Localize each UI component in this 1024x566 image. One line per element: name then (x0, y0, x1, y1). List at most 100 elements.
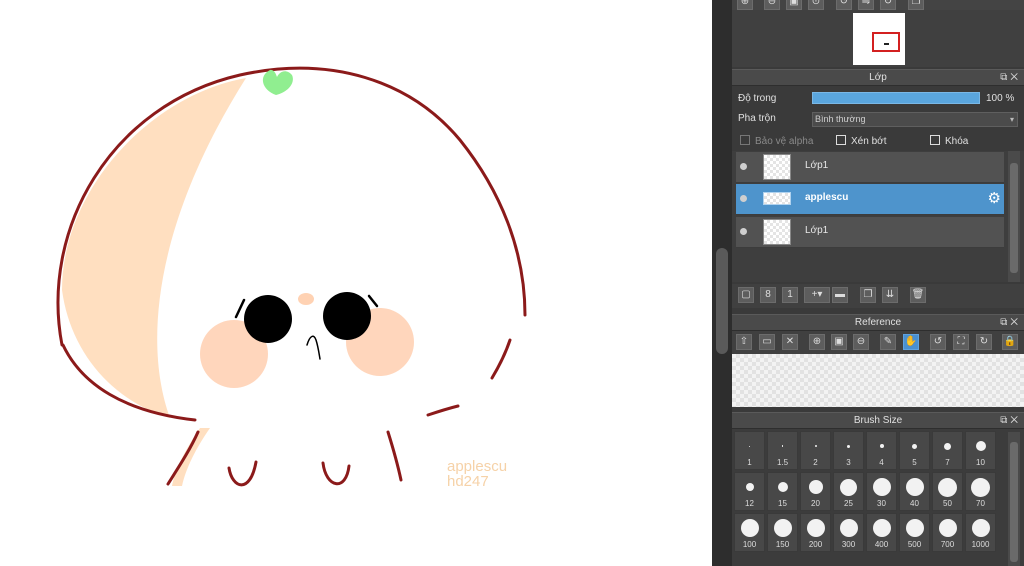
brush-size-option[interactable]: 30 (866, 472, 897, 511)
close-icon[interactable]: ✕ (782, 334, 798, 350)
layer-scrollbar-thumb[interactable] (1010, 163, 1018, 273)
upload-icon[interactable]: ⇧ (736, 334, 752, 350)
detach-icon[interactable]: ⧉ (1000, 72, 1010, 83)
fit-icon[interactable]: ▣ (831, 334, 847, 350)
brush-size-option[interactable]: 25 (833, 472, 864, 511)
brush-size-option[interactable]: 700 (932, 513, 963, 552)
merge-icon[interactable]: ⇊ (882, 287, 898, 303)
brush-size-option[interactable]: 20 (800, 472, 831, 511)
delete-icon[interactable]: 🗑 (910, 287, 926, 303)
left-eye (244, 295, 292, 343)
duplicate-icon[interactable]: ❐ (860, 287, 876, 303)
brush-size-option[interactable]: 7 (932, 431, 963, 470)
zoom-out-icon[interactable]: ⊖ (853, 334, 869, 350)
brush-size-option[interactable]: 500 (899, 513, 930, 552)
brush-size-option[interactable]: 10 (965, 431, 996, 470)
layer-row[interactable]: Lớp1 (736, 217, 1004, 248)
layer-scrollbar[interactable] (1008, 151, 1020, 282)
fit-screen-icon[interactable]: ⛶ (953, 334, 969, 350)
side-panel: ⊕ ⊖ ▣ ⊙ ↺ ⇋ ↻ ❐ Lớp ⧉✕ Độ trong 100 % Ph… (732, 0, 1024, 566)
brush-dot-icon (944, 442, 951, 450)
blend-mode-select[interactable]: Bình thường ▾ (812, 112, 1018, 127)
zoom-out-icon[interactable]: ⊖ (764, 0, 780, 10)
close-panel-icon[interactable]: ✕ (1010, 317, 1021, 328)
zoom-in-icon[interactable]: ⊕ (809, 334, 825, 350)
new-layer-1bit-icon[interactable]: 1 (782, 287, 798, 303)
reference-view[interactable] (732, 354, 1024, 407)
brush-size-label: 300 (841, 540, 856, 549)
vertical-scrollbar[interactable] (712, 0, 732, 566)
brush-size-label: 5 (912, 458, 917, 467)
new-layer-icon[interactable]: ▢ (738, 287, 754, 303)
lock-icon[interactable]: 🔒 (1002, 334, 1018, 350)
brush-size-option[interactable]: 5 (899, 431, 930, 470)
rotate-left-icon[interactable]: ↺ (930, 334, 946, 350)
brush-size-option[interactable]: 15 (767, 472, 798, 511)
rotate-left-icon[interactable]: ↺ (836, 0, 852, 10)
zoom-reset-icon[interactable]: ⊙ (808, 0, 824, 10)
lock-checkbox[interactable]: Khóa (930, 135, 968, 147)
folder-icon[interactable]: ▬ (832, 287, 848, 303)
open-folder-icon[interactable]: ▭ (759, 334, 775, 350)
brush-size-option[interactable]: 100 (734, 513, 765, 552)
hand-icon[interactable]: ✋ (903, 334, 919, 350)
rotate-right-icon[interactable]: ↻ (976, 334, 992, 350)
brush-size-option[interactable]: 200 (800, 513, 831, 552)
visibility-icon[interactable] (740, 195, 747, 202)
close-panel-icon[interactable]: ✕ (1010, 72, 1021, 83)
eyedropper-icon[interactable]: ✎ (880, 334, 896, 350)
brush-size-grid: 1 1.5 2 3 4 5 7 10 12 15 20 25 30 40 50 70 100 150 200 300 4… (732, 429, 1024, 566)
brush-size-option[interactable]: 4 (866, 431, 897, 470)
brush-size-option[interactable]: 1.5 (767, 431, 798, 470)
flip-icon[interactable]: ⇋ (858, 0, 874, 10)
zoom-in-icon[interactable]: ⊕ (737, 0, 753, 10)
opacity-slider[interactable] (812, 92, 980, 104)
protect-alpha-label: Bảo vệ alpha (755, 136, 814, 147)
brush-size-option[interactable]: 150 (767, 513, 798, 552)
brush-scrollbar[interactable] (1008, 432, 1020, 566)
brush-size-option[interactable]: 2 (800, 431, 831, 470)
viewport-rectangle[interactable] (872, 32, 900, 52)
brush-size-label: 7 (945, 458, 950, 467)
brush-size-label: 12 (745, 499, 754, 508)
navigator-view[interactable] (732, 10, 1024, 67)
add-layer-menu-icon[interactable]: +▾ (804, 287, 830, 303)
scrollbar-thumb[interactable] (716, 248, 728, 354)
visibility-icon[interactable] (740, 228, 747, 235)
layer-row[interactable]: Lớp1 (736, 152, 1004, 183)
brush-dot-icon (808, 480, 823, 494)
navigator-preview[interactable] (853, 13, 905, 65)
layer-thumbnail (763, 154, 791, 180)
brush-size-option[interactable]: 400 (866, 513, 897, 552)
brush-size-option[interactable]: 70 (965, 472, 996, 511)
brush-size-option[interactable]: 50 (932, 472, 963, 511)
drawing-canvas[interactable]: applescu hd247 (0, 0, 712, 566)
new-layer-8bit-icon[interactable]: 8 (760, 287, 776, 303)
visibility-icon[interactable] (740, 163, 747, 170)
rotate-right-icon[interactable]: ↻ (880, 0, 896, 10)
checkbox-box (930, 135, 940, 145)
copy-icon[interactable]: ❐ (908, 0, 924, 10)
brush-dot-icon (971, 519, 990, 537)
layer-row-selected[interactable]: applescu ⚙ (736, 184, 1004, 215)
detach-icon[interactable]: ⧉ (1000, 415, 1010, 426)
brush-size-option[interactable]: 1000 (965, 513, 996, 552)
brush-dot-icon (938, 477, 957, 497)
brush-size-option[interactable]: 40 (899, 472, 930, 511)
brush-dot-icon (847, 444, 850, 448)
brush-scrollbar-thumb[interactable] (1010, 442, 1018, 562)
brush-dot-icon (912, 443, 917, 449)
brush-size-option[interactable]: 3 (833, 431, 864, 470)
checkbox-box (740, 135, 750, 145)
gear-icon[interactable]: ⚙ (988, 189, 1001, 207)
clipping-checkbox[interactable]: Xén bớt (836, 135, 886, 147)
brush-size-option[interactable]: 1 (734, 431, 765, 470)
brush-dot-icon (781, 445, 784, 447)
fit-icon[interactable]: ▣ (786, 0, 802, 10)
brush-size-option[interactable]: 12 (734, 472, 765, 511)
brush-size-option[interactable]: 300 (833, 513, 864, 552)
protect-alpha-checkbox[interactable]: Bảo vệ alpha (740, 135, 813, 147)
close-panel-icon[interactable]: ✕ (1010, 415, 1021, 426)
detach-icon[interactable]: ⧉ (1000, 317, 1010, 328)
brush-size-label: 400 (874, 540, 889, 549)
